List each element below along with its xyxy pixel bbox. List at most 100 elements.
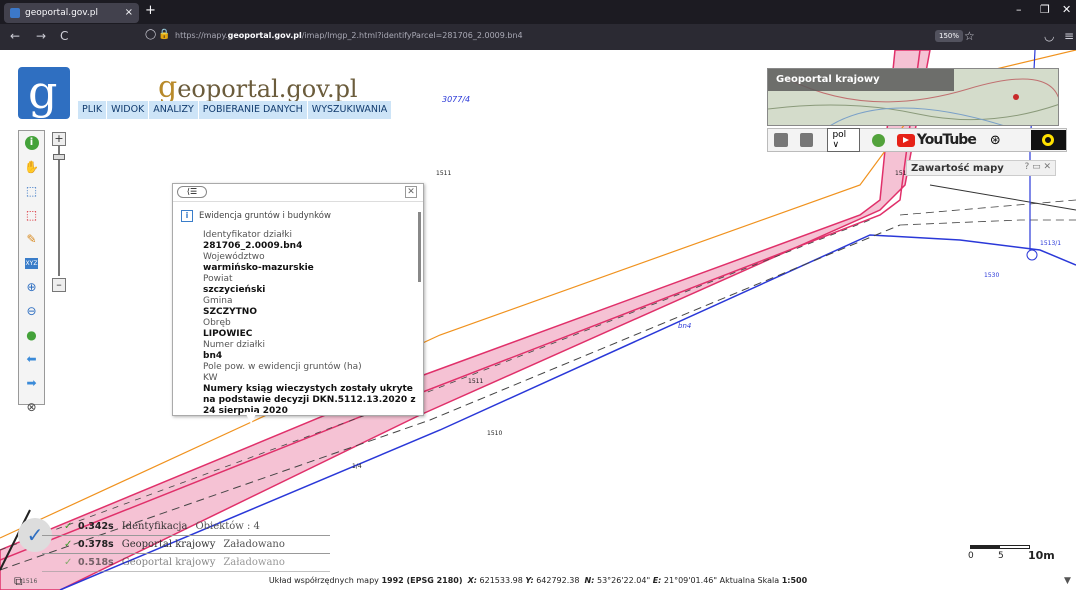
pocket-icon[interactable]: ◡: [1044, 29, 1054, 43]
dashed-line-3: [899, 199, 1076, 216]
zoom-slider-thumb[interactable]: [53, 154, 65, 160]
menu-pobieranie-danych[interactable]: POBIERANIE DANYCH: [198, 101, 307, 119]
status-text: Obiektów : 4: [195, 521, 260, 532]
menu-icon[interactable]: ≡: [1064, 29, 1074, 43]
pan-tool-button[interactable]: ✋: [19, 155, 44, 179]
target-icon: ⊗: [26, 400, 37, 414]
globe-tool-button[interactable]: ●: [19, 323, 44, 347]
status-row: ✓ 0.518s Geoportal krajowy Załadowano: [42, 554, 330, 572]
field-label: Województwo: [203, 252, 265, 262]
popup-body: i Ewidencja gruntów i budynków Identyfik…: [181, 210, 419, 415]
overview-map[interactable]: Geoportal krajowy: [767, 68, 1059, 126]
dashed-line-4: [899, 219, 1076, 226]
scale-label-10: 10m: [1028, 549, 1055, 562]
document-icon[interactable]: [774, 133, 788, 147]
status-row: ✓ 0.342s Identyfikacja Obiektów : 4: [42, 518, 330, 536]
status-time: 0.378s: [78, 539, 114, 550]
popup-header: ⟨☰ ✕: [173, 184, 423, 202]
select-rect-icon: ⬚: [25, 184, 38, 198]
main-menu: PLIK WIDOK ANALIZY POBIERANIE DANYCH WYS…: [78, 101, 392, 119]
field-label: Numer działki: [203, 340, 266, 350]
field-label: Pole pow. w ewidencji gruntów (ha): [203, 362, 362, 372]
scale-value: 1:500: [781, 576, 808, 585]
zoom-in-button[interactable]: +: [52, 132, 66, 146]
brand-title: geoportal.gov.pl: [158, 70, 358, 105]
zoom-slider-track[interactable]: [58, 146, 60, 276]
xyz-tool-button[interactable]: XYZ: [19, 251, 44, 275]
status-text: Załadowano: [223, 539, 285, 550]
globe-icon: ●: [26, 328, 37, 342]
language-select[interactable]: pol ∨: [827, 128, 861, 152]
select-tool-button[interactable]: ⬚: [19, 179, 44, 203]
maximize-button[interactable]: ❐: [1040, 3, 1050, 16]
accessibility-icon[interactable]: ⊛: [990, 133, 1001, 148]
back-icon[interactable]: ←: [10, 29, 20, 43]
eye-icon: [1042, 134, 1055, 146]
browser-tab[interactable]: geoportal.gov.pl ×: [4, 3, 139, 23]
menu-analizy[interactable]: ANALIZY: [149, 101, 198, 119]
info-icon: i: [24, 136, 39, 150]
prev-view-button[interactable]: ⬅: [19, 347, 44, 371]
menu-widok[interactable]: WIDOK: [107, 101, 149, 119]
popup-scrollbar[interactable]: [418, 212, 421, 282]
identify-popup: ⟨☰ ✕ i Ewidencja gruntów i budynków Iden…: [172, 183, 424, 416]
shield-icon: ◯: [145, 29, 157, 40]
map-contents-controls[interactable]: ? ▭ ✕: [1024, 162, 1051, 172]
url-field[interactable]: https://mapy.geoportal.gov.pl/imap/Imgp_…: [175, 31, 523, 40]
tab-close-icon[interactable]: ×: [125, 7, 133, 18]
zoom-badge[interactable]: 150%: [935, 30, 964, 42]
next-view-button[interactable]: ➡: [19, 371, 44, 395]
geoportal-logo[interactable]: g: [18, 65, 70, 119]
top-toolbar: pol ∨ YouTube ⊛: [767, 128, 1067, 152]
zoom-in-tool-button[interactable]: ⊕: [19, 275, 44, 299]
high-contrast-toggle[interactable]: [1030, 130, 1066, 150]
popup-section: i Ewidencja gruntów i budynków: [181, 210, 419, 222]
crs-label: Układ współrzędnych mapy: [268, 576, 379, 585]
status-time: 0.342s: [78, 521, 114, 532]
forward-icon[interactable]: →: [36, 29, 46, 43]
menu-plik[interactable]: PLIK: [78, 101, 107, 119]
field-label: Powiat: [203, 274, 233, 284]
expand-icon[interactable]: ⧉: [14, 574, 23, 589]
select-delete-tool-button[interactable]: ⬚: [19, 203, 44, 227]
help-icon[interactable]: [872, 133, 885, 147]
field-value: warmińsko-mazurskie: [203, 263, 314, 273]
youtube-link[interactable]: YouTube: [896, 132, 977, 148]
clear-tool-button[interactable]: ⊗: [19, 395, 44, 419]
zoom-out-tool-button[interactable]: ⊖: [19, 299, 44, 323]
print-icon[interactable]: [799, 133, 814, 147]
menu-wyszukiwania[interactable]: WYSZUKIWANIA: [307, 101, 392, 119]
map-contents-panel[interactable]: Zawartość mapy ? ▭ ✕: [906, 160, 1056, 176]
status-name: Identyfikacja: [121, 521, 188, 532]
x-value: 621533.98: [479, 576, 523, 585]
status-name: Geoportal krajowy: [121, 539, 216, 550]
select-delete-icon: ⬚: [25, 208, 38, 222]
status-log: ✓ 0.342s Identyfikacja Obiektów : 4 ✓ 0.…: [42, 518, 330, 572]
field-value: szczycieński: [203, 285, 266, 295]
info-tool-button[interactable]: i: [19, 131, 44, 155]
field-value: SZCZYTNO: [203, 307, 257, 317]
minimize-button[interactable]: –: [1016, 3, 1022, 16]
map-label: 3077/4: [442, 95, 471, 104]
new-tab-button[interactable]: +: [145, 3, 156, 18]
zoom-out-button[interactable]: –: [52, 278, 66, 292]
popup-back-button[interactable]: ⟨☰: [177, 186, 207, 198]
bookmark-star-icon[interactable]: ☆: [964, 29, 975, 43]
popup-close-button[interactable]: ✕: [405, 186, 417, 198]
check-icon: ✓: [64, 557, 73, 568]
map-label: 1511: [468, 378, 484, 385]
scale-label: Aktualna Skala: [719, 576, 780, 585]
survey-point: [1026, 249, 1038, 261]
crs-value: 1992 (EPSG 2180): [381, 576, 463, 585]
check-icon: ✓: [64, 539, 73, 550]
zoom-slider[interactable]: + –: [52, 132, 66, 294]
info-icon: i: [181, 210, 193, 222]
reload-icon[interactable]: C: [60, 29, 68, 43]
status-row: ✓ 0.378s Geoportal krajowy Załadowano: [42, 536, 330, 554]
pencil-icon: ✎: [26, 232, 37, 246]
favicon-icon: [10, 8, 20, 18]
collapse-arrow-icon[interactable]: ▼: [1064, 576, 1071, 586]
close-window-button[interactable]: ✕: [1062, 3, 1071, 16]
e-value: 21°09'01.46": [663, 576, 718, 585]
draw-tool-button[interactable]: ✎: [19, 227, 44, 251]
